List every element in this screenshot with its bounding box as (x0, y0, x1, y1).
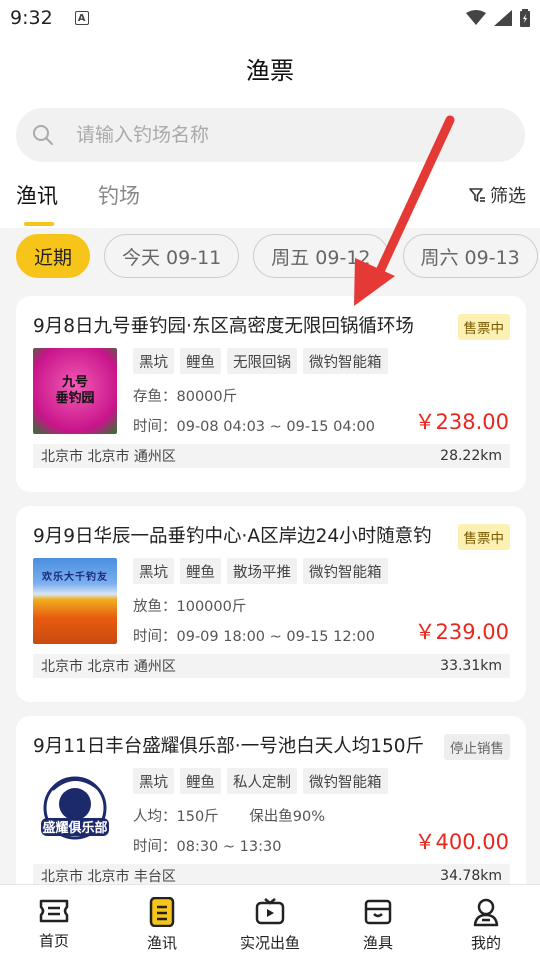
battery-icon (520, 9, 530, 27)
tv-icon (255, 898, 285, 925)
filter-button[interactable]: 筛选 (468, 174, 526, 208)
date-chip-today[interactable]: 今天 09-11 (104, 234, 240, 278)
time-info: 时间：09-08 04:03 ~ 09-15 04:00 (133, 419, 375, 435)
club-logo-text: 盛耀俱乐部 (42, 820, 107, 836)
event-title: 9月9日华辰一品垂钓中心·A区岸边24小时随意钓 (33, 526, 432, 547)
date-chip-fri[interactable]: 周五 09-12 (253, 234, 389, 278)
distance-text: 33.31km (440, 658, 502, 674)
search-bar[interactable] (16, 108, 525, 162)
distance-text: 28.22km (440, 448, 502, 464)
search-icon (33, 125, 53, 145)
tab-fishing-spots[interactable]: 钓场 (98, 174, 140, 226)
club-logo: 盛耀俱乐部 (41, 776, 109, 840)
event-thumbnail: 欢乐大千钓友 (33, 558, 117, 644)
nav-live-label: 实况出鱼 (239, 934, 300, 952)
stock-info: 放鱼：100000斤 (133, 599, 247, 615)
location-text: 北京市 北京市 丰台区 (41, 869, 176, 885)
nav-gear[interactable]: 渔具 (324, 885, 432, 960)
tag-list: 黑坑 鲤鱼 无限回锅 微钓智能箱 (133, 348, 388, 374)
time-info: 时间：08:30 ~ 13:30 (133, 839, 282, 855)
document-icon (149, 897, 175, 927)
price: ￥238.00 (414, 410, 509, 434)
tag: 私人定制 (227, 768, 297, 794)
tag: 黑坑 (133, 348, 174, 374)
event-list: 9月8日九号垂钓园·东区高密度无限回锅循环场 售票中 九号 垂钓园 黑坑 鲤鱼 无… (16, 296, 526, 926)
tag: 鲤鱼 (180, 768, 221, 794)
tab-bar: 渔讯 钓场 筛选 (16, 174, 526, 226)
tag-list: 黑坑 鲤鱼 散场平推 微钓智能箱 (133, 558, 388, 584)
bottom-nav: 首页 渔讯 实况出鱼 渔具 我的 (0, 884, 540, 960)
page-title: 渔票 (246, 56, 294, 85)
date-chip-sat[interactable]: 周六 09-13 (402, 234, 538, 278)
status-badge: 停止销售 (444, 734, 510, 760)
status-badge: 售票中 (457, 314, 510, 340)
nav-news-label: 渔讯 (146, 934, 177, 952)
date-chip-recent[interactable]: 近期 (16, 234, 91, 278)
top-area: 渔讯 钓场 筛选 (0, 100, 540, 228)
stock-info: 人均：150斤 保出鱼90% (133, 805, 325, 826)
tab-news[interactable]: 渔讯 (16, 174, 58, 226)
box-icon (364, 899, 392, 925)
tag: 鲤鱼 (180, 348, 221, 374)
event-card[interactable]: 9月9日华辰一品垂钓中心·A区岸边24小时随意钓 售票中 欢乐大千钓友 黑坑 鲤… (16, 506, 526, 702)
nav-live[interactable]: 实况出鱼 (216, 885, 324, 960)
status-badge: 售票中 (457, 524, 510, 550)
tag-list: 黑坑 鲤鱼 私人定制 微钓智能箱 (133, 768, 388, 794)
tag: 黑坑 (133, 558, 174, 584)
nav-mine[interactable]: 我的 (432, 885, 540, 960)
event-thumbnail: 九号 垂钓园 (33, 348, 117, 434)
tab-spots-label: 钓场 (98, 184, 140, 208)
event-thumbnail: 盛耀俱乐部 (33, 768, 117, 854)
price: ￥400.00 (414, 830, 509, 854)
thumbnail-logo-text: 九号 垂钓园 (55, 375, 95, 406)
thumbnail-logo-text: 欢乐大千钓友 (42, 572, 108, 583)
tag: 微钓智能箱 (303, 768, 388, 794)
location-bar: 北京市 北京市 通州区 33.31km (33, 654, 510, 678)
nav-mine-label: 我的 (470, 934, 501, 952)
accessibility-icon: A (74, 11, 89, 25)
tag: 微钓智能箱 (303, 558, 388, 584)
tag: 黑坑 (133, 768, 174, 794)
tab-news-label: 渔讯 (16, 184, 58, 208)
date-filter-row: 近期 今天 09-11 周五 09-12 周六 09-13 (0, 228, 540, 288)
per-person-info: 人均：150斤 (133, 809, 219, 825)
event-title: 9月8日九号垂钓园·东区高密度无限回锅循环场 (33, 316, 414, 337)
event-card[interactable]: 9月8日九号垂钓园·东区高密度无限回锅循环场 售票中 九号 垂钓园 黑坑 鲤鱼 无… (16, 296, 526, 492)
location-bar: 北京市 北京市 通州区 28.22km (33, 444, 510, 468)
nav-gear-label: 渔具 (362, 934, 393, 952)
filter-label: 筛选 (490, 186, 526, 207)
person-icon (473, 898, 499, 927)
ticket-icon (39, 899, 69, 923)
nav-home[interactable]: 首页 (0, 885, 108, 960)
status-icons (466, 9, 530, 27)
filter-icon (469, 188, 485, 202)
event-card[interactable]: 9月11日丰台盛耀俱乐部·一号池白天人均150斤 停止销售 盛耀俱乐部 黑坑 鲤… (16, 716, 526, 912)
app-header: 渔票 (0, 36, 540, 100)
location-text: 北京市 北京市 通州区 (41, 659, 176, 675)
nav-news[interactable]: 渔讯 (108, 885, 216, 960)
price: ￥239.00 (414, 620, 509, 644)
tag: 鲤鱼 (180, 558, 221, 584)
stock-info: 存鱼：80000斤 (133, 389, 238, 405)
search-input[interactable] (76, 124, 476, 146)
time-info: 时间：09-09 18:00 ~ 09-15 12:00 (133, 629, 375, 645)
distance-text: 34.78km (440, 868, 502, 884)
signal-icon (494, 10, 512, 26)
tag: 微钓智能箱 (303, 348, 388, 374)
status-time: 9:32 (10, 7, 53, 29)
event-title: 9月11日丰台盛耀俱乐部·一号池白天人均150斤 (33, 736, 425, 757)
nav-home-label: 首页 (38, 932, 69, 950)
tag: 无限回锅 (227, 348, 297, 374)
status-bar: 9:32 A (0, 0, 540, 36)
guarantee-info: 保出鱼90% (249, 809, 326, 825)
wifi-icon (466, 10, 486, 25)
location-text: 北京市 北京市 通州区 (41, 449, 176, 465)
tag: 散场平推 (227, 558, 297, 584)
